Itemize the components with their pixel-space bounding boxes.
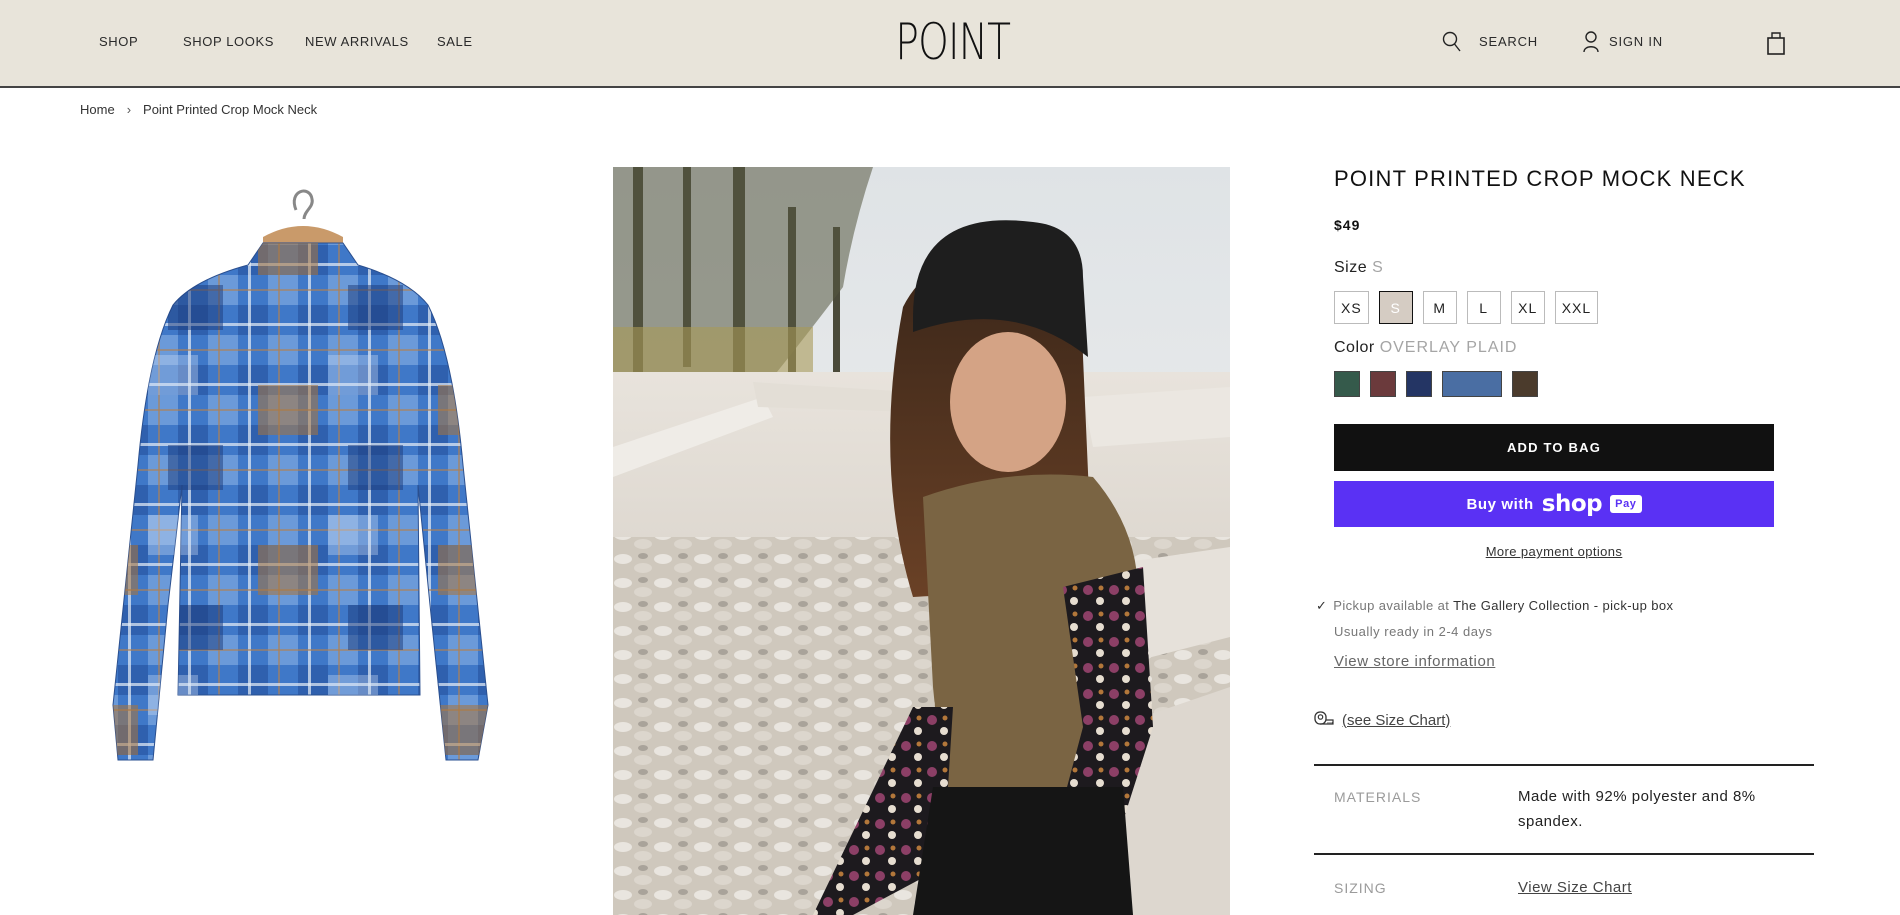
- measuring-tape-icon: [1314, 710, 1334, 730]
- size-option-xxl[interactable]: XXL: [1554, 291, 1599, 324]
- color-swatch-brown[interactable]: [1512, 371, 1538, 397]
- color-selected-value: OVERLAY PLAID: [1379, 339, 1518, 356]
- size-option-xs[interactable]: XS: [1334, 291, 1369, 324]
- product-title: POINT PRINTED CROP MOCK NECK: [1334, 166, 1746, 191]
- shop-pay-logo: shop: [1541, 490, 1603, 517]
- pickup-prefix: Pickup available at: [1333, 598, 1450, 613]
- more-payment-options: More payment options: [1334, 544, 1774, 559]
- spec-label-materials: MATERIALS: [1334, 789, 1422, 805]
- pickup-location: The Gallery Collection - pick-up box: [1453, 598, 1674, 613]
- site-logo[interactable]: POINT: [895, 12, 1011, 72]
- search-icon[interactable]: [1442, 31, 1462, 58]
- nav-new-arrivals[interactable]: NEW ARRIVALS: [305, 34, 409, 49]
- size-label-text: Size: [1334, 259, 1368, 276]
- search-link[interactable]: SEARCH: [1479, 34, 1538, 49]
- add-to-bag-button[interactable]: ADD TO BAG: [1334, 424, 1774, 471]
- size-selected-value: S: [1372, 259, 1384, 276]
- breadcrumb-home[interactable]: Home: [80, 102, 115, 117]
- size-option-xl[interactable]: XL: [1510, 291, 1545, 324]
- nav-sale[interactable]: SALE: [437, 34, 473, 49]
- pickup-text: Pickup available at The Gallery Collecti…: [1333, 598, 1673, 614]
- see-size-chart-link[interactable]: (see Size Chart): [1342, 712, 1450, 729]
- shop-pay-badge: Pay: [1610, 495, 1642, 513]
- product-price: $49: [1334, 217, 1361, 233]
- size-selector: XS S M L XL XXL: [1334, 291, 1599, 324]
- user-icon[interactable]: [1583, 31, 1599, 58]
- shopping-bag-icon[interactable]: [1767, 31, 1785, 60]
- breadcrumb-current: Point Printed Crop Mock Neck: [143, 102, 318, 117]
- size-option-l[interactable]: L: [1466, 291, 1501, 324]
- color-swatch-overlay-plaid[interactable]: [1442, 371, 1502, 397]
- more-payment-options-link[interactable]: More payment options: [1486, 544, 1623, 559]
- size-option-m[interactable]: M: [1422, 291, 1457, 324]
- nav-shop-looks[interactable]: SHOP LOOKS: [183, 34, 274, 49]
- product-image-model[interactable]: [613, 167, 1230, 915]
- color-selector: [1334, 371, 1538, 397]
- color-swatch-navy[interactable]: [1406, 371, 1432, 397]
- breadcrumb: Home › Point Printed Crop Mock Neck: [80, 102, 317, 117]
- pickup-availability: ✓ Pickup available at The Gallery Collec…: [1316, 598, 1673, 614]
- site-header: SHOP SHOP LOOKS NEW ARRIVALS SALE POINT …: [0, 0, 1900, 88]
- view-store-information-link[interactable]: View store information: [1334, 653, 1495, 670]
- size-option-s[interactable]: S: [1378, 291, 1413, 324]
- spec-value-sizing: View Size Chart: [1518, 875, 1798, 900]
- divider: [1314, 853, 1814, 855]
- color-swatch-green[interactable]: [1334, 371, 1360, 397]
- divider: [1314, 764, 1814, 766]
- product-image-hanger[interactable]: [58, 185, 543, 775]
- color-swatch-burgundy[interactable]: [1370, 371, 1396, 397]
- size-label: Size S: [1334, 259, 1384, 277]
- spec-value-materials: Made with 92% polyester and 8% spandex.: [1518, 788, 1756, 830]
- spec-label-sizing: SIZING: [1334, 880, 1387, 896]
- pickup-ready-time: Usually ready in 2-4 days: [1334, 624, 1493, 639]
- checkmark-icon: ✓: [1316, 598, 1328, 613]
- size-chart-row: (see Size Chart): [1314, 710, 1450, 730]
- breadcrumb-separator-icon: ›: [126, 102, 132, 117]
- color-label-text: Color: [1334, 339, 1375, 356]
- sign-in-link[interactable]: SIGN IN: [1609, 34, 1663, 49]
- nav-shop[interactable]: SHOP: [99, 34, 138, 49]
- view-size-chart-link[interactable]: View Size Chart: [1518, 879, 1632, 896]
- shop-pay-button[interactable]: Buy with shop Pay: [1334, 481, 1774, 527]
- color-label: Color OVERLAY PLAID: [1334, 339, 1517, 357]
- shop-pay-prefix: Buy with: [1466, 495, 1534, 513]
